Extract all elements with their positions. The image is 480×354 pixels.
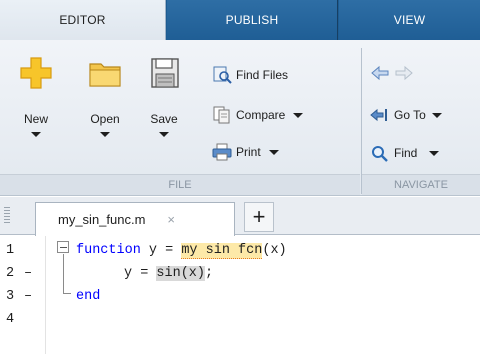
file-section-title: FILE [168, 179, 192, 191]
new-label: New [23, 112, 48, 126]
line-number: 3 [6, 289, 15, 304]
find-files-label: Find Files [236, 68, 289, 82]
goto-label: Go To [394, 108, 426, 122]
find-dropdown-icon[interactable] [429, 150, 440, 156]
keyword-end: end [76, 289, 101, 304]
new-tab-button[interactable]: + [244, 202, 274, 232]
back-arrow-icon[interactable] [370, 64, 390, 82]
tab-view[interactable]: VIEW [339, 0, 480, 40]
highlighted-call: sin(x) [156, 266, 206, 281]
new-button[interactable]: New [10, 46, 62, 170]
print-label: Print [236, 145, 261, 159]
compare-dropdown-icon[interactable] [293, 112, 304, 118]
compare-button[interactable]: Compare [212, 104, 304, 126]
code-text: function y = my sin fcn(x) [76, 243, 287, 259]
save-button[interactable]: Save [138, 46, 190, 170]
plus-icon [17, 54, 55, 92]
code-assign: y = [124, 266, 157, 281]
drag-grip-icon[interactable] [4, 207, 10, 225]
find-files-button[interactable]: Find Files [212, 64, 288, 86]
printer-icon [212, 143, 232, 161]
find-label: Find [394, 146, 418, 160]
code-line[interactable]: 2 – y = sin(x); [0, 263, 480, 285]
open-dropdown-icon[interactable] [100, 132, 110, 137]
back-forward-buttons[interactable] [370, 62, 418, 84]
function-name: my sin fcn [181, 243, 263, 259]
code-editor[interactable]: 1 function y = my sin fcn(x) 2 – y = sin… [0, 236, 480, 354]
close-icon[interactable]: × [167, 212, 175, 227]
goto-dropdown-icon[interactable] [431, 112, 442, 118]
code-text: y = sin(x); [124, 266, 213, 281]
document-tab-bar: my_sin_func.m × + [0, 197, 480, 236]
code-line[interactable]: 4 [0, 309, 480, 331]
keyword-function: function [76, 243, 141, 258]
goto-arrow-icon [370, 106, 390, 124]
tab-editor[interactable]: EDITOR [0, 0, 166, 40]
tab-publish[interactable]: PUBLISH [167, 0, 338, 40]
find-files-icon [212, 66, 232, 84]
ribbon-panel: New Open Save Find Files Compare Print G… [0, 40, 480, 196]
magnifier-icon [370, 144, 390, 162]
tab-my-sin-func[interactable]: my_sin_func.m × [35, 202, 235, 236]
code-line[interactable]: 1 function y = my sin fcn(x) [0, 240, 480, 262]
save-dropdown-icon[interactable] [159, 132, 169, 137]
save-label: Save [150, 112, 178, 126]
section-divider [361, 48, 362, 194]
document-tab-label: my_sin_func.m [58, 212, 146, 227]
code-terminator: ; [205, 266, 214, 281]
new-dropdown-icon[interactable] [31, 132, 41, 137]
open-button[interactable]: Open [79, 46, 131, 170]
forward-arrow-icon[interactable] [394, 64, 414, 82]
navigate-section-title: NAVIGATE [394, 179, 448, 191]
open-label: Open [90, 112, 120, 126]
breakpoint-marker[interactable]: – [24, 289, 32, 304]
folder-icon [86, 54, 124, 92]
breakpoint-marker[interactable]: – [24, 266, 32, 281]
ribbon-tab-strip: EDITOR PUBLISH VIEW [0, 0, 480, 40]
code-output-assign: y = [140, 243, 182, 258]
code-line[interactable]: 3 – end [0, 286, 480, 308]
function-args: (x) [262, 243, 287, 258]
compare-icon [212, 106, 232, 124]
print-dropdown-icon[interactable] [268, 149, 279, 155]
compare-label: Compare [236, 108, 286, 122]
floppy-disk-icon [145, 54, 183, 92]
line-number: 4 [6, 312, 15, 327]
line-number: 2 [6, 266, 15, 281]
line-number: 1 [6, 243, 15, 258]
find-button[interactable]: Find [370, 142, 440, 164]
goto-button[interactable]: Go To [370, 104, 442, 126]
print-button[interactable]: Print [212, 141, 279, 163]
